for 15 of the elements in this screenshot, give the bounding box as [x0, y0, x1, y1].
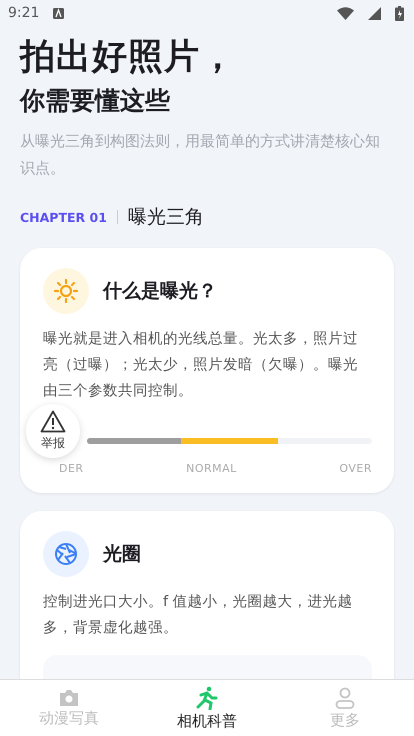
nav-tab[interactable]: 相机科普 [138, 680, 276, 736]
card-title: 什么是曝光？ [103, 279, 217, 304]
meter-label: OVER [339, 462, 372, 475]
chapter-label: CHAPTER 01 [20, 210, 107, 224]
page-subtitle: 你需要懂这些 [20, 85, 171, 117]
report-button[interactable]: 举报 [26, 404, 80, 458]
card-title: 光圈 [103, 542, 141, 567]
status-time: 9:21 [8, 5, 40, 21]
meter-label: NORMAL [186, 462, 237, 475]
page-description: 从曝光三角到构图法则，用最简单的方式讲清楚核心知识点。 [20, 131, 381, 179]
card-text: 曝光就是进入相机的光线总量。光太多，照片过亮（过曝）；光太少，照片发暗（欠曝）。曝光由三个参数共同控制。 [43, 330, 359, 401]
chapter-title: 曝光三角 [128, 205, 204, 230]
page-title: 拍出好照片， [20, 36, 237, 79]
card-text: 控制进光口大小。f 值越小，光圈越大，进光越多，背景虚化越强。 [43, 593, 354, 638]
meter-label: DER [58, 462, 84, 475]
